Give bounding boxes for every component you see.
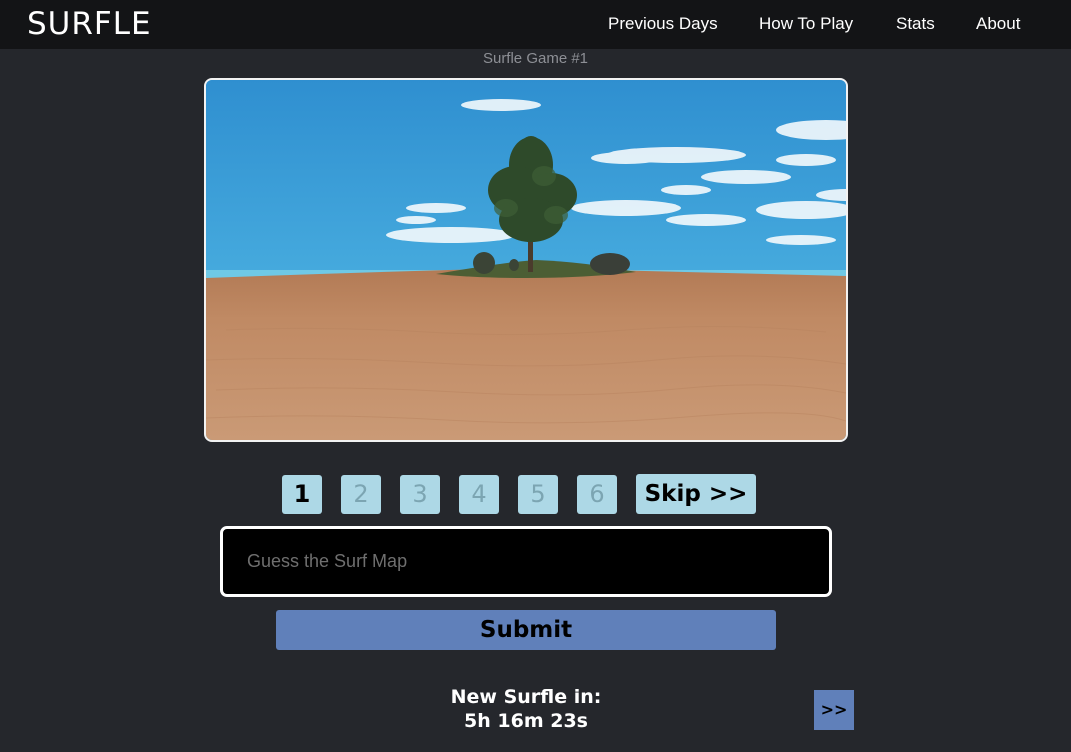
nav-previous-days[interactable]: Previous Days	[608, 14, 718, 34]
nav-how-to-play[interactable]: How To Play	[759, 14, 853, 34]
next-button[interactable]: >>	[814, 690, 854, 730]
countdown-value: 5h 16m 23s	[464, 710, 588, 732]
attempt-button-6[interactable]: 6	[577, 475, 617, 514]
attempt-button-1[interactable]: 1	[282, 475, 322, 514]
navbar: SURFLE Previous Days How To Play Stats A…	[0, 0, 1071, 49]
attempt-button-3[interactable]: 3	[400, 475, 440, 514]
attempt-button-2[interactable]: 2	[341, 475, 381, 514]
countdown-label: New Surfle in:	[450, 686, 602, 708]
skip-button[interactable]: Skip >>	[636, 474, 756, 514]
attempt-button-5[interactable]: 5	[518, 475, 558, 514]
app-logo[interactable]: SURFLE	[27, 5, 152, 43]
guess-input[interactable]	[220, 526, 832, 597]
attempt-button-4[interactable]: 4	[459, 475, 499, 514]
surf-map-image	[206, 80, 846, 440]
game-title: Surfle Game #1	[482, 50, 589, 67]
countdown: New Surfle in: 5h 16m 23s	[376, 685, 676, 733]
nav-about[interactable]: About	[976, 14, 1020, 34]
nav-stats[interactable]: Stats	[896, 14, 935, 34]
surf-map-screenshot	[204, 78, 848, 442]
submit-button[interactable]: Submit	[276, 610, 776, 650]
